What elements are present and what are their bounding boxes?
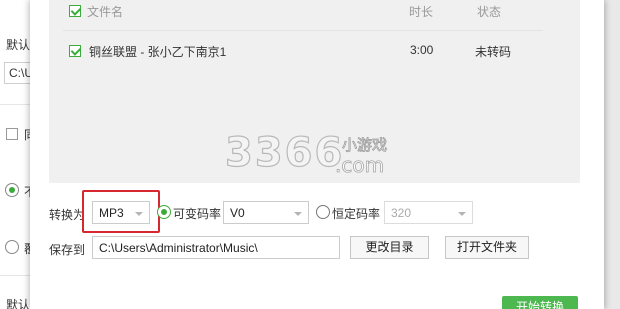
file-list-header: 文件名 时长 状态 <box>49 0 580 22</box>
select-all-checkbox[interactable] <box>69 5 81 17</box>
table-row[interactable]: 铜丝联盟 - 张小乙下南京1 3:00 未转码 <box>49 36 580 66</box>
column-header-name[interactable]: 文件名 <box>87 3 123 20</box>
default-path-label: 默认 <box>6 38 31 52</box>
save-to-label: 保存到 <box>49 243 86 257</box>
vbr-label: 可变码率 <box>173 207 222 221</box>
watermark-digits: 3366 <box>225 130 344 176</box>
row-duration: 3:00 <box>410 43 434 57</box>
watermark-small-text: 小游戏 <box>342 136 387 154</box>
change-directory-button[interactable]: 更改目录 <box>350 236 429 259</box>
cbr-label: 恒定码率 <box>332 207 381 221</box>
vbr-radio[interactable] <box>157 205 171 219</box>
default-label-bottom: 默认 <box>6 298 31 309</box>
cbr-select[interactable]: 320 <box>384 201 473 224</box>
watermark: 3366 小游戏 .com <box>224 128 425 178</box>
cbr-radio[interactable] <box>316 205 330 219</box>
sync-checkbox[interactable] <box>6 128 18 140</box>
convert-dialog: 文件名 时长 状态 铜丝联盟 - 张小乙下南京1 3:00 未转码 3366 小… <box>30 0 604 309</box>
convert-to-label: 转换为 <box>49 208 86 222</box>
output-path-input[interactable]: C:\Users\Administrator\Music\ <box>92 236 340 259</box>
row-checkbox[interactable] <box>69 45 81 57</box>
row-file-name: 铜丝联盟 - 张小乙下南京1 <box>89 45 227 59</box>
highlight-box <box>82 190 160 233</box>
vbr-select-value: V0 <box>230 206 245 220</box>
row-status: 未转码 <box>475 45 512 59</box>
start-convert-button[interactable]: 开始转换 <box>502 296 578 309</box>
chevron-down-icon <box>458 212 466 216</box>
right-gutter <box>604 0 620 309</box>
chevron-down-icon <box>294 212 302 216</box>
option-radio-2[interactable] <box>5 240 19 254</box>
option-radio-1[interactable] <box>5 183 19 197</box>
cbr-select-value: 320 <box>391 206 412 220</box>
column-header-duration[interactable]: 时长 <box>409 3 433 20</box>
watermark-domain: .com <box>335 153 384 177</box>
open-folder-button[interactable]: 打开文件夹 <box>445 236 529 259</box>
header-divider <box>63 30 543 31</box>
column-header-status[interactable]: 状态 <box>477 3 501 20</box>
vbr-select[interactable]: V0 <box>223 201 309 224</box>
